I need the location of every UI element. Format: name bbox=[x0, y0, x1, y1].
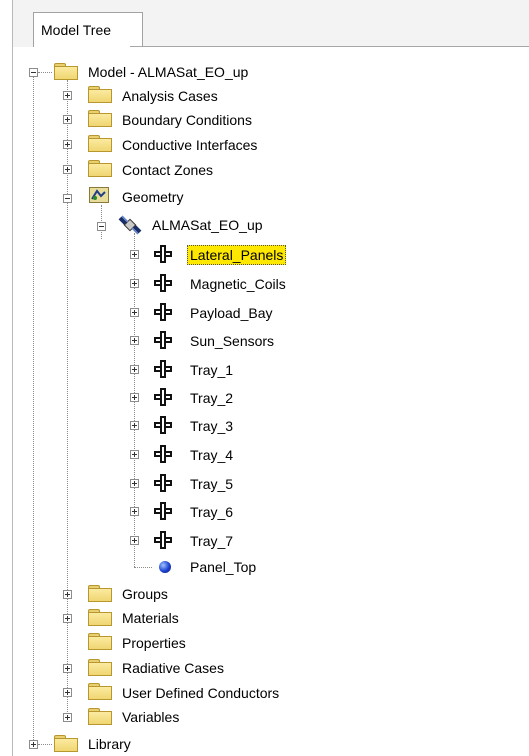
folder-icon bbox=[88, 585, 112, 602]
expand-toggle[interactable] bbox=[130, 308, 139, 317]
tree-line-root bbox=[33, 72, 34, 744]
collapse-toggle-root[interactable] bbox=[29, 68, 38, 77]
folder-icon bbox=[88, 86, 112, 103]
sphere-icon bbox=[159, 561, 171, 573]
expand-toggle[interactable] bbox=[130, 365, 139, 374]
tree-item-groups[interactable]: Groups bbox=[122, 585, 168, 603]
part-cross-icon bbox=[154, 388, 172, 406]
expand-toggle[interactable] bbox=[63, 614, 72, 623]
tree-item-variables[interactable]: Variables bbox=[122, 708, 179, 726]
tab-bar: Model Tree bbox=[13, 0, 529, 48]
folder-icon bbox=[54, 735, 78, 752]
tree-item-lateral-panels-selected[interactable]: Lateral_Panels bbox=[187, 245, 287, 265]
folder-icon bbox=[88, 708, 112, 725]
tree-item-tray-4[interactable]: Tray_4 bbox=[190, 446, 233, 464]
tree-item-conductive-interfaces[interactable]: Conductive Interfaces bbox=[122, 136, 257, 154]
expand-toggle[interactable] bbox=[63, 590, 72, 599]
tree-item-geometry[interactable]: Geometry bbox=[122, 188, 183, 206]
tree-item-analysis-cases[interactable]: Analysis Cases bbox=[122, 87, 218, 105]
part-cross-icon bbox=[154, 445, 172, 463]
part-cross-icon bbox=[154, 474, 172, 492]
tree-item-payload-bay[interactable]: Payload_Bay bbox=[190, 304, 273, 322]
folder-icon bbox=[88, 659, 112, 676]
tree-item-assembly[interactable]: ALMASat_EO_up bbox=[152, 216, 263, 234]
part-cross-icon bbox=[154, 416, 172, 434]
part-cross-icon bbox=[154, 303, 172, 321]
left-edge bbox=[0, 0, 12, 756]
folder-icon bbox=[54, 63, 78, 80]
expand-toggle[interactable] bbox=[63, 115, 72, 124]
collapse-toggle-assembly[interactable] bbox=[97, 222, 106, 231]
folder-icon bbox=[88, 160, 112, 177]
tree-item-tray-6[interactable]: Tray_6 bbox=[190, 503, 233, 521]
folder-icon bbox=[88, 135, 112, 152]
expand-toggle[interactable] bbox=[63, 140, 72, 149]
expand-toggle[interactable] bbox=[130, 421, 139, 430]
part-cross-icon bbox=[154, 331, 172, 349]
folder-icon bbox=[88, 110, 112, 127]
tree-item-tray-1[interactable]: Tray_1 bbox=[190, 361, 233, 379]
part-cross-icon bbox=[154, 360, 172, 378]
folder-icon bbox=[88, 609, 112, 626]
expand-toggle[interactable] bbox=[63, 165, 72, 174]
expand-toggle[interactable] bbox=[130, 479, 139, 488]
tree-item-panel-top[interactable]: Panel_Top bbox=[190, 558, 256, 576]
tree-item-contact-zones[interactable]: Contact Zones bbox=[122, 161, 213, 179]
expand-toggle-library[interactable] bbox=[29, 740, 38, 749]
tree-line-level1 bbox=[67, 80, 68, 720]
expand-toggle[interactable] bbox=[130, 336, 139, 345]
tree-item-magnetic-coils[interactable]: Magnetic_Coils bbox=[190, 275, 286, 293]
expand-toggle[interactable] bbox=[130, 536, 139, 545]
tree-branch bbox=[134, 567, 152, 568]
tree-item-radiative-cases[interactable]: Radiative Cases bbox=[122, 659, 224, 677]
tree-item-tray-7[interactable]: Tray_7 bbox=[190, 532, 233, 550]
tree-item-tray-2[interactable]: Tray_2 bbox=[190, 389, 233, 407]
part-cross-icon bbox=[154, 502, 172, 520]
tree-item-root[interactable]: Model - ALMASat_EO_up bbox=[88, 63, 248, 81]
geometry-icon bbox=[89, 187, 109, 203]
tree-item-sun-sensors[interactable]: Sun_Sensors bbox=[190, 332, 274, 350]
tab-model-tree[interactable]: Model Tree bbox=[33, 12, 143, 48]
tree-item-materials[interactable]: Materials bbox=[122, 609, 179, 627]
part-cross-icon bbox=[154, 245, 172, 263]
expand-toggle[interactable] bbox=[63, 713, 72, 722]
expand-toggle[interactable] bbox=[130, 250, 139, 259]
expand-toggle[interactable] bbox=[63, 91, 72, 100]
folder-icon bbox=[88, 633, 112, 650]
tree-item-user-defined-conductors[interactable]: User Defined Conductors bbox=[122, 684, 279, 702]
part-cross-icon bbox=[154, 274, 172, 292]
tree-item-tray-3[interactable]: Tray_3 bbox=[190, 417, 233, 435]
tree-branch bbox=[38, 72, 52, 73]
expand-toggle[interactable] bbox=[130, 450, 139, 459]
satellite-assembly-icon bbox=[118, 215, 142, 235]
folder-icon bbox=[88, 683, 112, 700]
expand-toggle[interactable] bbox=[63, 688, 72, 697]
tree-item-library[interactable]: Library bbox=[88, 735, 131, 753]
part-cross-icon bbox=[154, 531, 172, 549]
tree-item-tray-5[interactable]: Tray_5 bbox=[190, 475, 233, 493]
collapse-toggle-geometry[interactable] bbox=[63, 194, 72, 203]
expand-toggle[interactable] bbox=[130, 393, 139, 402]
expand-toggle[interactable] bbox=[130, 507, 139, 516]
expand-toggle[interactable] bbox=[130, 279, 139, 288]
expand-toggle[interactable] bbox=[63, 664, 72, 673]
tree-item-properties[interactable]: Properties bbox=[122, 634, 186, 652]
tree-branch bbox=[38, 744, 52, 745]
tree-item-boundary-conditions[interactable]: Boundary Conditions bbox=[122, 111, 252, 129]
